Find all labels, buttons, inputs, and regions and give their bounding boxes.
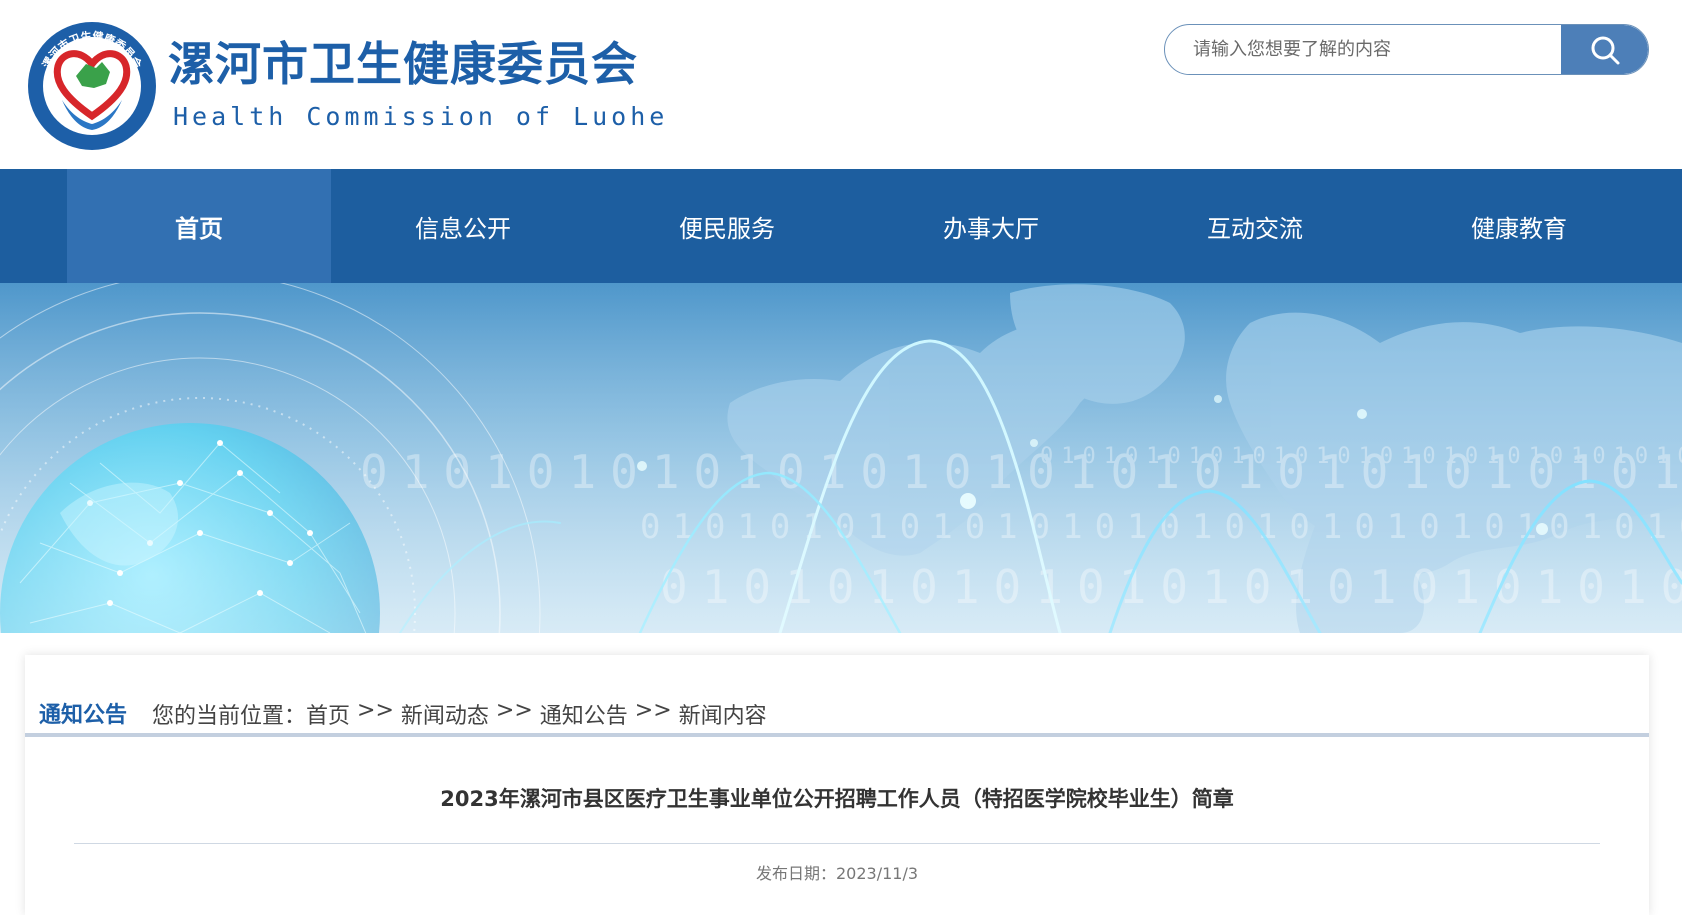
breadcrumb-item-home[interactable]: 首页 bbox=[306, 698, 350, 730]
breadcrumb-separator: >> bbox=[488, 698, 540, 723]
content-panel: 通知公告 您的当前位置： 首页 >> 新闻动态 >> 通知公告 >> 新闻内容 … bbox=[25, 655, 1649, 915]
search-box bbox=[1164, 24, 1649, 75]
search-input[interactable] bbox=[1165, 25, 1561, 74]
divider bbox=[74, 843, 1600, 844]
publish-date: 发布日期：2023/11/3 bbox=[755, 864, 919, 883]
nav-item-home[interactable]: 首页 bbox=[67, 169, 331, 283]
nav-item-interaction[interactable]: 互动交流 bbox=[1123, 169, 1387, 283]
site-header: 漯河市卫生健康委员会 LHHC 漯河市卫生健康委员会 Health Commis… bbox=[0, 0, 1682, 169]
nav-item-public-services[interactable]: 便民服务 bbox=[595, 169, 859, 283]
logo-emblem: 漯河市卫生健康委员会 LHHC bbox=[28, 22, 156, 150]
breadcrumb-prefix: 您的当前位置： bbox=[152, 704, 307, 729]
article-title: 2023年漯河市县区医疗卫生事业单位公开招聘工作人员（特招医学院校毕业生）简章 bbox=[440, 787, 1234, 811]
breadcrumb: 您的当前位置： 首页 >> 新闻动态 >> 通知公告 >> 新闻内容 bbox=[152, 698, 767, 730]
site-title: 漯河市卫生健康委员会 bbox=[168, 37, 638, 91]
breadcrumb-separator: >> bbox=[350, 698, 401, 723]
search-icon bbox=[1591, 36, 1619, 64]
site-subtitle: Health Commission of Luohe bbox=[173, 102, 669, 131]
logo[interactable]: 漯河市卫生健康委员会 LHHC bbox=[26, 20, 158, 152]
breadcrumb-item-article[interactable]: 新闻内容 bbox=[679, 698, 767, 730]
banner-illustration: 01010101010101010101010101010101010 0101… bbox=[0, 283, 1682, 633]
main-nav: 首页 信息公开 便民服务 办事大厅 互动交流 健康教育 bbox=[0, 169, 1682, 283]
content-header: 通知公告 您的当前位置： 首页 >> 新闻动态 >> 通知公告 >> 新闻内容 bbox=[25, 655, 1649, 737]
nav-item-health-education[interactable]: 健康教育 bbox=[1387, 169, 1651, 283]
search-button[interactable] bbox=[1561, 25, 1648, 74]
nav-item-service-hall[interactable]: 办事大厅 bbox=[859, 169, 1123, 283]
section-title: 通知公告 bbox=[39, 703, 128, 728]
breadcrumb-item-news[interactable]: 新闻动态 bbox=[401, 698, 489, 730]
hero-banner: 01010101010101010101010101010101010 0101… bbox=[0, 283, 1682, 633]
breadcrumb-item-notices[interactable]: 通知公告 bbox=[540, 698, 628, 730]
nav-item-info-disclosure[interactable]: 信息公开 bbox=[331, 169, 595, 283]
breadcrumb-separator: >> bbox=[627, 698, 679, 723]
